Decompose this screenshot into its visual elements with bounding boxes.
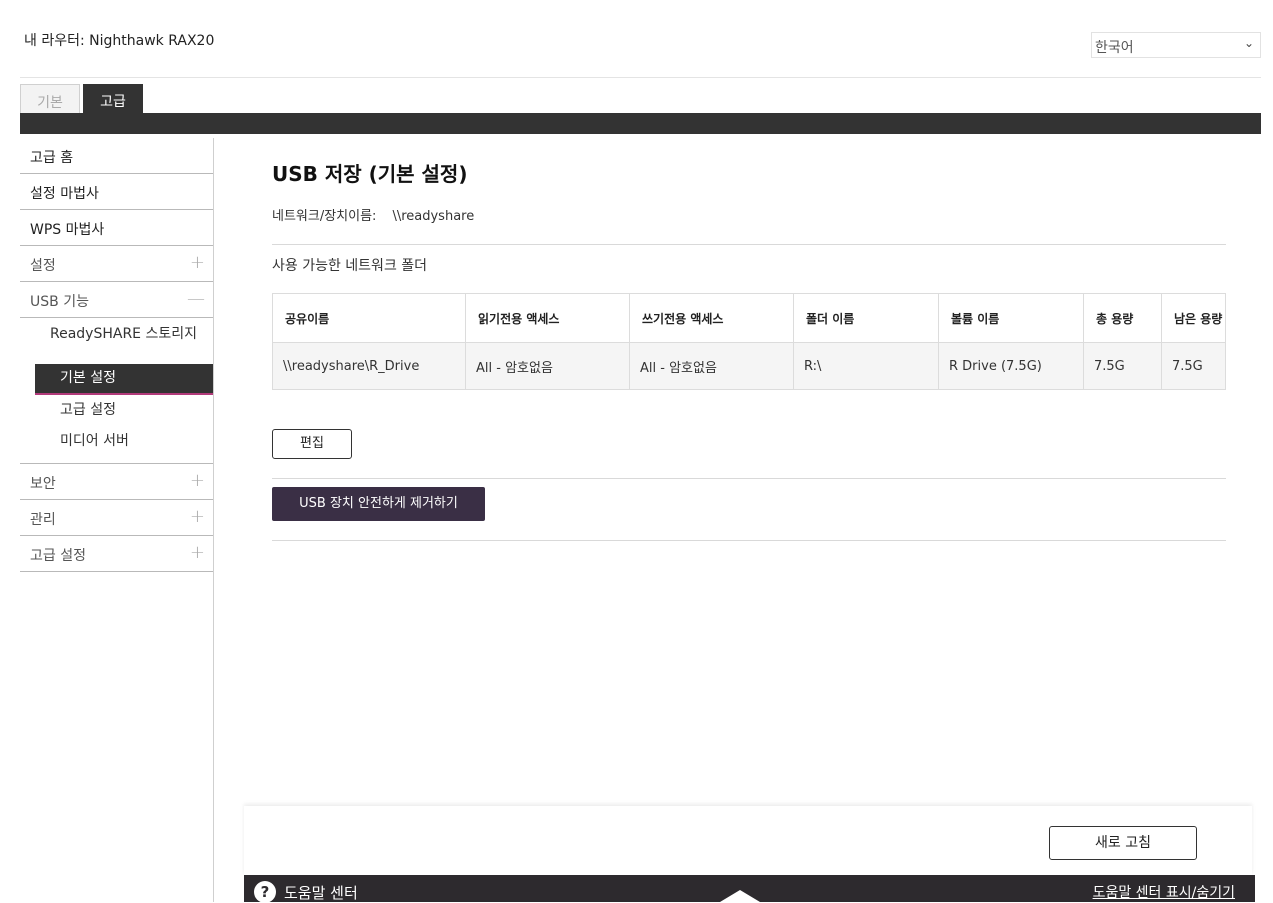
column-header: 폴더 이름 <box>793 293 939 343</box>
help-center-label: 도움말 센터 <box>284 884 358 902</box>
table-cell: 7.5G <box>1083 342 1162 390</box>
column-header: 공유이름 <box>272 293 466 343</box>
sidebar-item-label: 설정 <box>30 258 56 274</box>
table-cell: 7.5G <box>1161 342 1226 390</box>
sidebar: 고급 홈 설정 마법사 WPS 마법사 설정 + USB 기능 — ReadySHA… <box>20 138 213 572</box>
network-folders-table: 공유이름 읽기전용 액세스 쓰기전용 액세스 폴더 이름 볼륨 이름 총 용량 … <box>272 293 1226 390</box>
language-select[interactable]: 한국어 ⌄ <box>1091 32 1261 58</box>
help-icon: ? <box>254 881 276 903</box>
page-title: USB 저장 (기본 설정) <box>272 162 468 186</box>
table-row[interactable]: \\readyshare\R_Drive All - 암호없음 All - 암호… <box>272 342 1226 390</box>
sidebar-item-label: WPS 마법사 <box>30 222 105 238</box>
column-header: 남은 용량 <box>1161 293 1226 343</box>
plus-icon: + <box>189 252 205 273</box>
sidebar-subitem-readyshare[interactable]: ReadySHARE 스토리지 <box>20 318 213 364</box>
sidebar-group-usb: USB 기능 — ReadySHARE 스토리지 기본 설정 고급 설정 미디어 … <box>20 282 213 464</box>
sidebar-item-usb[interactable]: USB 기능 — <box>20 282 213 318</box>
sidebar-item-setup[interactable]: 설정 + <box>20 246 213 282</box>
column-header: 볼륨 이름 <box>938 293 1084 343</box>
sidebar-item-administration[interactable]: 관리 + <box>20 500 213 536</box>
section-divider <box>272 244 1226 245</box>
sidebar-item-advanced-setup[interactable]: 고급 설정 + <box>20 536 213 572</box>
help-center-toggle-link[interactable]: 도움말 센터 표시/숨기기 <box>1093 882 1235 902</box>
network-device-name-label: 네트워크/장치이름: <box>272 209 377 224</box>
section-divider <box>272 478 1226 479</box>
column-header: 총 용량 <box>1083 293 1162 343</box>
router-title: 내 라우터: Nighthawk RAX20 <box>24 33 215 49</box>
network-device-name-value: \\readyshare <box>392 209 475 224</box>
sidebar-item-wps-wizard[interactable]: WPS 마법사 <box>20 210 213 246</box>
sidebar-subitem-advanced-settings[interactable]: 고급 설정 <box>20 395 213 426</box>
edit-button[interactable]: 편집 <box>272 429 352 459</box>
plus-icon: + <box>189 542 205 563</box>
column-header: 읽기전용 액세스 <box>465 293 630 343</box>
help-expand-arrow-icon[interactable] <box>720 890 760 902</box>
table-cell: \\readyshare\R_Drive <box>272 342 466 390</box>
network-device-name: 네트워크/장치이름: \\readyshare <box>272 205 474 224</box>
section-divider <box>272 540 1226 541</box>
sidebar-item-label: 관리 <box>30 512 56 528</box>
sidebar-item-label: 고급 설정 <box>30 548 86 564</box>
main-content: USB 저장 (기본 설정) 네트워크/장치이름: \\readyshare 사용… <box>272 150 1226 541</box>
table-cell: All - 암호없음 <box>629 342 794 390</box>
header-divider <box>20 77 1261 78</box>
table-cell: R:\ <box>793 342 939 390</box>
sidebar-subitem-media-server[interactable]: 미디어 서버 <box>20 426 213 457</box>
folders-label: 사용 가능한 네트워크 폴더 <box>272 258 428 274</box>
tab-bar <box>20 113 1261 134</box>
sidebar-item-security[interactable]: 보안 + <box>20 464 213 500</box>
table-header-row: 공유이름 읽기전용 액세스 쓰기전용 액세스 폴더 이름 볼륨 이름 총 용량 … <box>272 293 1226 343</box>
refresh-button[interactable]: 새로 고침 <box>1049 826 1197 860</box>
footer-panel: 새로 고침 <box>244 806 1252 876</box>
table-cell: All - 암호없음 <box>465 342 630 390</box>
minus-icon: — <box>187 288 205 309</box>
column-header: 쓰기전용 액세스 <box>629 293 794 343</box>
sidebar-divider <box>213 138 214 902</box>
safely-remove-usb-button[interactable]: USB 장치 안전하게 제거하기 <box>272 487 485 521</box>
sidebar-item-label: 보안 <box>30 476 56 492</box>
help-center-bar: ? 도움말 센터 도움말 센터 표시/숨기기 <box>244 875 1255 903</box>
sidebar-item-label: 고급 홈 <box>30 150 74 166</box>
language-select-value: 한국어 <box>1095 40 1134 56</box>
tab-advanced[interactable]: 고급 <box>83 84 143 114</box>
plus-icon: + <box>189 470 205 491</box>
sidebar-subitem-basic-settings[interactable]: 기본 설정 <box>35 364 213 395</box>
sidebar-item-label: 설정 마법사 <box>30 186 99 202</box>
sidebar-item-label: USB 기능 <box>30 294 89 310</box>
table-cell: R Drive (7.5G) <box>938 342 1084 390</box>
chevron-down-icon: ⌄ <box>1243 36 1254 50</box>
tab-basic[interactable]: 기본 <box>20 84 80 114</box>
plus-icon: + <box>189 506 205 527</box>
sidebar-item-advanced-home[interactable]: 고급 홈 <box>20 138 213 174</box>
sidebar-item-setup-wizard[interactable]: 설정 마법사 <box>20 174 213 210</box>
